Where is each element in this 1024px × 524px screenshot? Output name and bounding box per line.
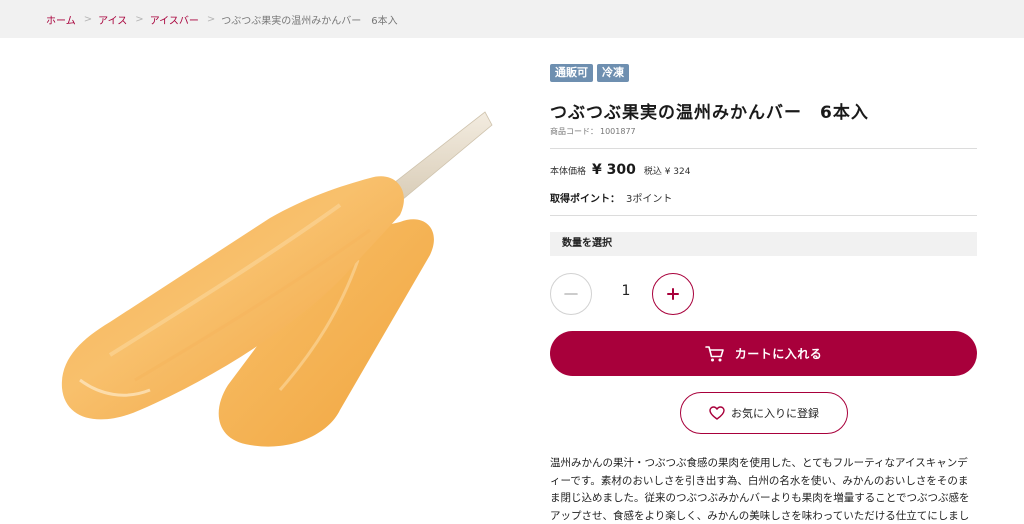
heart-icon bbox=[709, 406, 725, 420]
points-label: 取得ポイント： bbox=[550, 194, 620, 205]
product-title: つぶつぶ果実の温州みかんバー 6本入 bbox=[550, 103, 869, 123]
price-value: ¥ 300 bbox=[592, 162, 636, 178]
mail-order-badge: 通販可 bbox=[550, 64, 593, 82]
breadcrumb-separator: > bbox=[135, 13, 144, 25]
breadcrumb-separator: > bbox=[83, 13, 93, 25]
points-row: 取得ポイント： 3ポイント bbox=[550, 190, 672, 205]
breadcrumb-home-link[interactable]: ホーム bbox=[46, 12, 76, 27]
add-to-cart-label: カートに入れる bbox=[734, 347, 823, 361]
quantity-value: 1 bbox=[621, 283, 631, 299]
minus-icon bbox=[564, 293, 578, 295]
product-description: 温州みかんの果汁・つぶつぶ食感の果肉を使用した、とてもフルーティなアイスキャンデ… bbox=[550, 457, 970, 522]
quantity-decrease-button[interactable] bbox=[550, 273, 592, 315]
points-value: 3ポイント bbox=[626, 194, 673, 205]
divider bbox=[550, 215, 977, 216]
breadcrumb: ホーム > アイス > アイスバー > つぶつぶ果実の温州みかんバー 6本入 bbox=[0, 0, 1024, 38]
cart-icon bbox=[704, 345, 724, 361]
product-code-label: 商品コード： bbox=[550, 127, 598, 136]
breadcrumb-ice-link[interactable]: アイス bbox=[98, 12, 127, 27]
breadcrumb-icebar-link[interactable]: アイスバー bbox=[150, 12, 199, 27]
product-code-value: 1001877 bbox=[600, 127, 636, 136]
frozen-badge: 冷凍 bbox=[597, 64, 629, 82]
breadcrumb-separator: > bbox=[206, 13, 216, 25]
price-row: 本体価格 ¥ 300 税込 ¥ 324 bbox=[550, 162, 691, 178]
price-label: 本体価格 bbox=[550, 167, 587, 177]
add-to-cart-button[interactable]: カートに入れる bbox=[550, 331, 977, 376]
product-code: 商品コード： 1001877 bbox=[550, 126, 636, 137]
quantity-header: 数量を選択 bbox=[550, 232, 977, 256]
divider bbox=[550, 148, 977, 149]
add-to-favorites-label: お気に入りに登録 bbox=[731, 407, 819, 420]
quantity-increase-button[interactable] bbox=[652, 273, 694, 315]
product-image bbox=[40, 90, 500, 460]
tax-included-price: 税込 ¥ 324 bbox=[643, 167, 691, 177]
product-tags: 通販可 冷凍 bbox=[550, 64, 629, 82]
add-to-favorites-button[interactable]: お気に入りに登録 bbox=[680, 392, 848, 434]
plus-icon bbox=[667, 288, 679, 300]
breadcrumb-current-page: つぶつぶ果実の温州みかんバー 6本入 bbox=[221, 15, 398, 27]
